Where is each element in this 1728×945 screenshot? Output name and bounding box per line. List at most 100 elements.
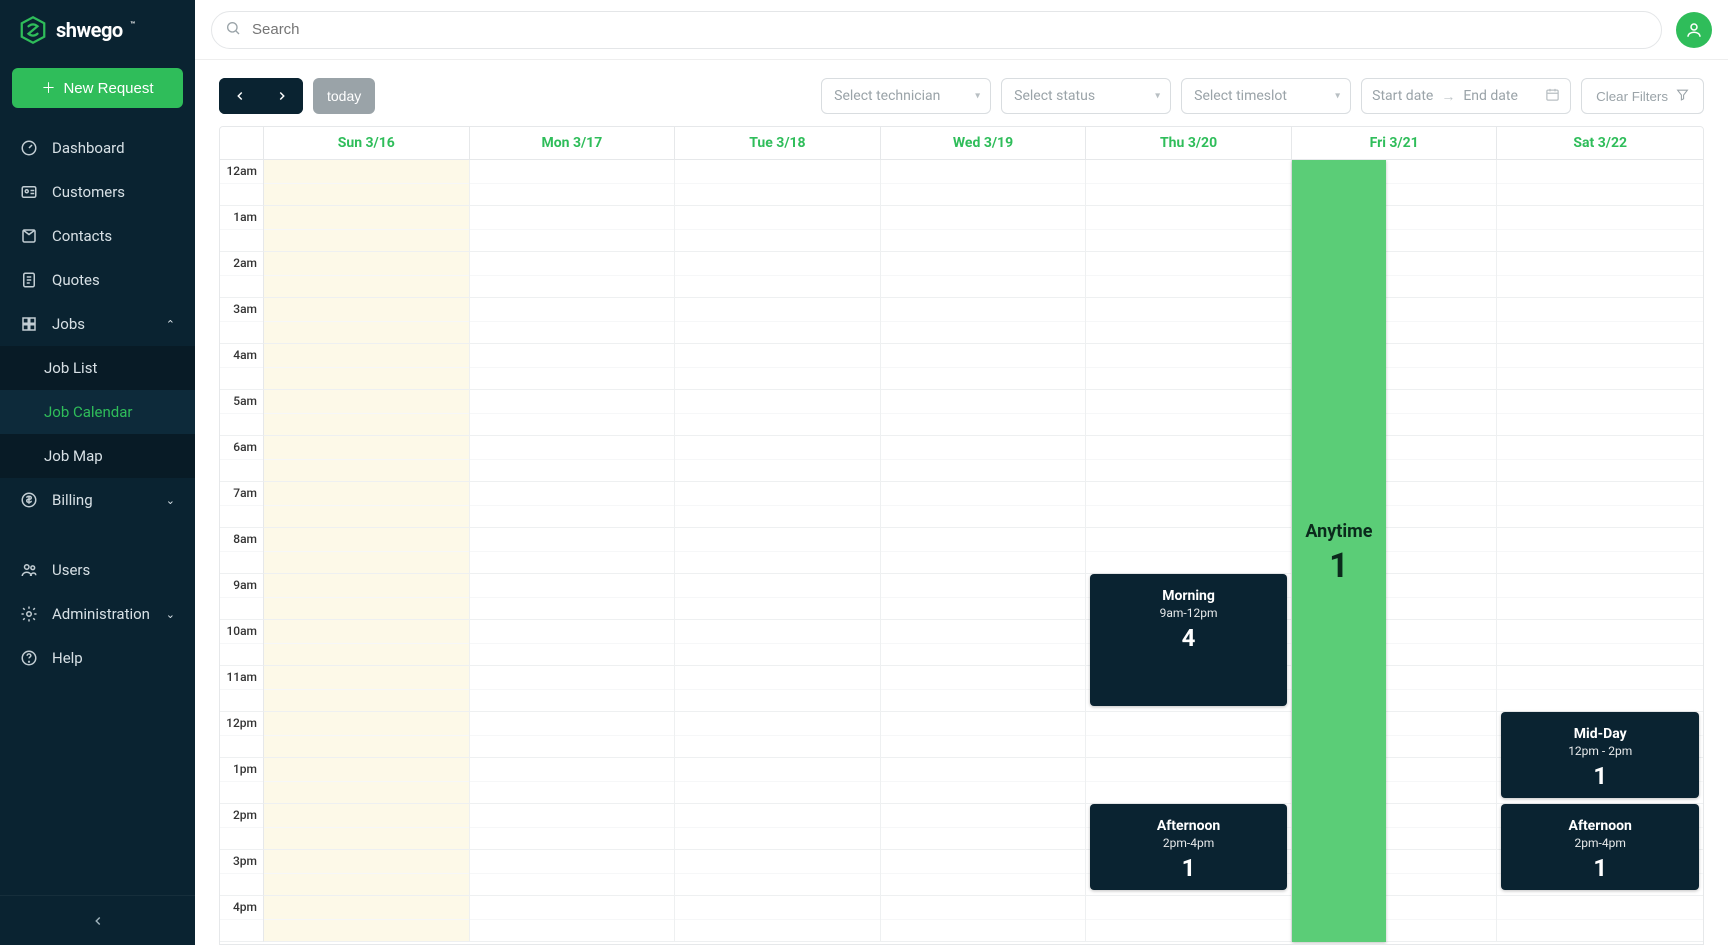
calendar-hour-cell[interactable] [264,528,469,574]
calendar-hour-cell[interactable] [881,666,1086,712]
calendar-hour-cell[interactable] [264,574,469,620]
calendar-hour-cell[interactable] [675,758,880,804]
sidebar-item-help[interactable]: Help [0,636,195,680]
calendar-hour-cell[interactable] [470,804,675,850]
sidebar-item-billing[interactable]: Billing⌄ [0,478,195,522]
calendar-hour-cell[interactable] [470,758,675,804]
calendar-hour-cell[interactable] [264,804,469,850]
calendar-hour-cell[interactable] [675,804,880,850]
calendar-hour-cell[interactable] [470,712,675,758]
sidebar-collapse-button[interactable] [0,895,195,945]
calendar-day-column[interactable] [470,160,676,942]
calendar-hour-cell[interactable] [470,666,675,712]
calendar-hour-cell[interactable] [264,206,469,252]
calendar-event[interactable]: Afternoon 2pm-4pm 1 [1090,804,1287,890]
clear-filters-button[interactable]: Clear Filters [1581,78,1704,114]
calendar-hour-cell[interactable] [470,344,675,390]
calendar-hour-cell[interactable] [675,528,880,574]
calendar-hour-cell[interactable] [1497,252,1703,298]
timeslot-select[interactable]: Select timeslot ▾ [1181,78,1351,114]
calendar-hour-cell[interactable] [881,344,1086,390]
calendar-hour-cell[interactable] [470,252,675,298]
sidebar-subitem-job-calendar[interactable]: Job Calendar [0,390,195,434]
calendar-hour-cell[interactable] [1086,528,1291,574]
calendar-hour-cell[interactable] [264,850,469,896]
calendar-hour-cell[interactable] [1086,896,1291,942]
calendar-hour-cell[interactable] [881,758,1086,804]
calendar-hour-cell[interactable] [264,344,469,390]
calendar-hour-cell[interactable] [1497,436,1703,482]
calendar-hour-cell[interactable] [675,574,880,620]
calendar-hour-cell[interactable] [675,252,880,298]
calendar-hour-cell[interactable] [1497,206,1703,252]
calendar-hour-cell[interactable] [470,528,675,574]
sidebar-item-administration[interactable]: Administration⌄ [0,592,195,636]
calendar-hour-cell[interactable] [470,206,675,252]
calendar-hour-cell[interactable] [675,482,880,528]
calendar-hour-cell[interactable] [470,896,675,942]
calendar-hour-cell[interactable] [675,712,880,758]
calendar-event[interactable]: Anytime 1 [1292,160,1386,942]
calendar-day-column[interactable] [675,160,881,942]
calendar-hour-cell[interactable] [470,850,675,896]
calendar-hour-cell[interactable] [264,436,469,482]
calendar-hour-cell[interactable] [264,252,469,298]
calendar-hour-cell[interactable] [881,712,1086,758]
calendar-hour-cell[interactable] [675,390,880,436]
calendar-hour-cell[interactable] [881,804,1086,850]
calendar-hour-cell[interactable] [881,390,1086,436]
calendar-hour-cell[interactable] [1497,574,1703,620]
calendar-day-column[interactable] [264,160,470,942]
calendar-hour-cell[interactable] [881,574,1086,620]
calendar-hour-cell[interactable] [675,436,880,482]
calendar-hour-cell[interactable] [470,298,675,344]
calendar-hour-cell[interactable] [470,160,675,206]
calendar-hour-cell[interactable] [1497,896,1703,942]
calendar-hour-cell[interactable] [1497,528,1703,574]
calendar-hour-cell[interactable] [264,620,469,666]
date-range-picker[interactable]: Start date → End date [1361,78,1571,114]
prev-week-button[interactable] [219,78,261,114]
calendar-hour-cell[interactable] [264,482,469,528]
next-week-button[interactable] [261,78,303,114]
calendar-hour-cell[interactable] [1086,206,1291,252]
sidebar-item-customers[interactable]: Customers [0,170,195,214]
calendar-event[interactable]: Morning 9am-12pm 4 [1090,574,1287,706]
calendar-hour-cell[interactable] [675,666,880,712]
calendar-hour-cell[interactable] [264,666,469,712]
calendar-hour-cell[interactable] [881,482,1086,528]
calendar-hour-cell[interactable] [1086,344,1291,390]
sidebar-item-users[interactable]: Users [0,548,195,592]
search-input[interactable] [211,11,1662,49]
sidebar-subitem-job-list[interactable]: Job List [0,346,195,390]
sidebar-item-quotes[interactable]: Quotes [0,258,195,302]
sidebar-subitem-job-map[interactable]: Job Map [0,434,195,478]
calendar-hour-cell[interactable] [1497,160,1703,206]
calendar-day-column[interactable]: Mid-Day 12pm - 2pm 1Afternoon 2pm-4pm 1 [1497,160,1703,942]
sidebar-item-contacts[interactable]: Contacts [0,214,195,258]
calendar-hour-cell[interactable] [1497,666,1703,712]
calendar-day-column[interactable]: Anytime 1 [1292,160,1498,942]
calendar-hour-cell[interactable] [881,896,1086,942]
calendar-hour-cell[interactable] [1086,252,1291,298]
calendar-hour-cell[interactable] [1086,160,1291,206]
calendar-hour-cell[interactable] [881,252,1086,298]
calendar-hour-cell[interactable] [675,206,880,252]
calendar-hour-cell[interactable] [1497,482,1703,528]
calendar-hour-cell[interactable] [470,620,675,666]
calendar-hour-cell[interactable] [881,528,1086,574]
calendar-hour-cell[interactable] [470,574,675,620]
calendar-hour-cell[interactable] [675,620,880,666]
calendar-hour-cell[interactable] [675,298,880,344]
calendar-day-column[interactable]: Morning 9am-12pm 4 Afternoon 2pm-4pm 1 [1086,160,1292,942]
calendar-hour-cell[interactable] [264,160,469,206]
calendar-hour-cell[interactable] [264,758,469,804]
new-request-button[interactable]: ＋ New Request [12,68,183,108]
calendar-hour-cell[interactable] [1086,758,1291,804]
sidebar-item-jobs[interactable]: Jobs⌃ [0,302,195,346]
today-button[interactable]: today [313,78,375,114]
calendar-hour-cell[interactable] [881,298,1086,344]
calendar-body[interactable]: 12am1am2am3am4am5am6am7am8am9am10am11am1… [220,160,1703,944]
calendar-hour-cell[interactable] [675,850,880,896]
calendar-hour-cell[interactable] [675,344,880,390]
